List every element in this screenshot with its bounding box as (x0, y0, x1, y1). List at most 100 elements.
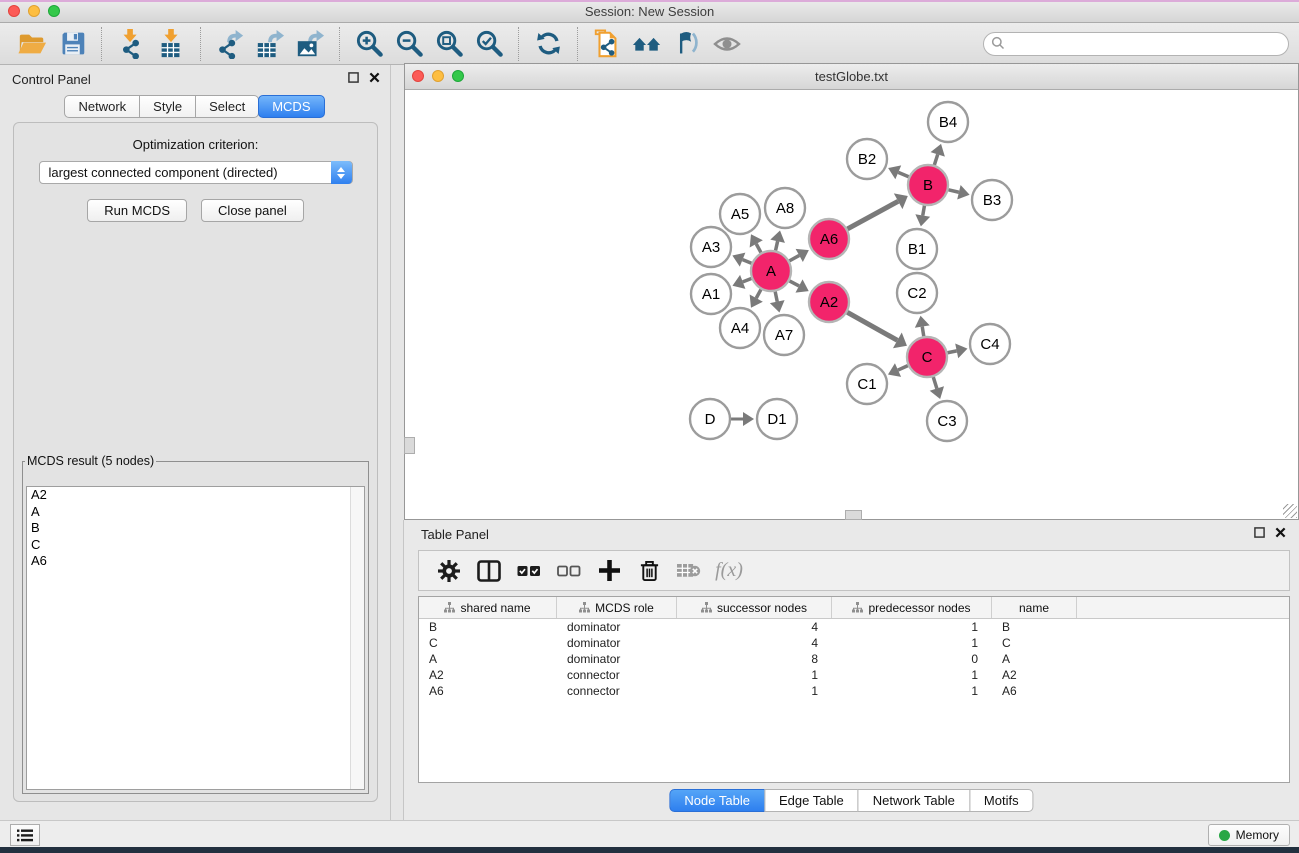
tab-network[interactable]: Network (64, 95, 140, 118)
graph-edge[interactable] (775, 292, 777, 302)
result-list-scrollbar[interactable] (350, 487, 364, 789)
refresh-layout-icon[interactable] (531, 27, 565, 61)
graph-node-label: A4 (731, 320, 749, 337)
mcds-result-list[interactable]: A2ABCA6 (26, 486, 365, 790)
tab-select[interactable]: Select (195, 95, 259, 118)
close-panel-button[interactable]: Close panel (201, 199, 304, 222)
graph-edge[interactable] (790, 281, 799, 286)
graph-node-label: D1 (767, 411, 786, 428)
float-panel-icon[interactable] (348, 72, 359, 83)
zoom-out-icon[interactable] (392, 27, 426, 61)
show-graphics-details-icon[interactable] (670, 27, 704, 61)
table-panel-title: Table Panel (421, 527, 489, 542)
network-canvas[interactable]: B4B2BB3A5A8A6A3B1AA1C2A2A4A7C4CC1C3DD1 (405, 90, 1298, 519)
graph-edge[interactable] (776, 241, 778, 250)
column-header-shared-name[interactable]: shared name (419, 597, 557, 618)
graph-edge[interactable] (743, 260, 752, 264)
tab-motifs[interactable]: Motifs (969, 789, 1034, 812)
table-settings-gear-icon[interactable] (429, 556, 469, 586)
search-input[interactable] (983, 32, 1289, 56)
zoom-selected-icon[interactable] (472, 27, 506, 61)
window-resize-grip[interactable] (1283, 504, 1297, 518)
first-neighbors-icon[interactable] (630, 27, 664, 61)
network-canvas-svg: B4B2BB3A5A8A6A3B1AA1C2A2A4A7C4CC1C3DD1 (405, 90, 1298, 519)
column-header-MCDS-role[interactable]: MCDS role (557, 597, 677, 618)
zoom-fit-icon[interactable] (432, 27, 466, 61)
left-panel-grip[interactable] (404, 437, 415, 454)
deselect-all-icon[interactable] (549, 556, 589, 586)
mcds-result-item[interactable]: A2 (27, 487, 364, 504)
show-panels-list-button[interactable] (10, 824, 40, 846)
table-toolbar: f(x) (418, 550, 1290, 591)
mcds-result-item[interactable]: B (27, 520, 364, 537)
graph-edge[interactable] (933, 377, 937, 389)
bottom-panel-grip[interactable] (845, 510, 862, 520)
table-row[interactable]: A6connector11A6 (419, 683, 1289, 699)
network-view-window: testGlobe.txt B4B2BB3A5A8A6A3B1AA1C2A2A4… (404, 63, 1299, 520)
export-table-icon[interactable] (253, 27, 287, 61)
table-row[interactable]: A2connector11A2 (419, 667, 1289, 683)
graph-edge[interactable] (847, 201, 898, 229)
column-header-name[interactable]: name (992, 597, 1077, 618)
graph-edge[interactable] (898, 366, 908, 370)
tab-network-table[interactable]: Network Table (858, 789, 970, 812)
graph-edge[interactable] (847, 312, 897, 340)
graph-edge[interactable] (789, 255, 799, 260)
table-cell: 1 (832, 668, 992, 682)
select-all-icon[interactable] (509, 556, 549, 586)
table-cell: 1 (832, 620, 992, 634)
graph-edge[interactable] (743, 279, 752, 282)
mcds-result-item[interactable]: C (27, 537, 364, 554)
export-network-icon[interactable] (213, 27, 247, 61)
main-toolbar (0, 23, 1299, 65)
table-header-row: shared nameMCDS rolesuccessor nodesprede… (419, 597, 1289, 619)
table-cell: 1 (677, 668, 832, 682)
graph-edge[interactable] (756, 289, 761, 298)
graph-edge[interactable] (922, 327, 924, 337)
hide-graphics-details-eye-icon[interactable] (710, 27, 744, 61)
attribute-type-icon (701, 602, 712, 613)
save-session-icon[interactable] (55, 27, 89, 61)
new-network-from-selection-icon[interactable] (590, 27, 624, 61)
float-table-panel-icon[interactable] (1254, 527, 1265, 538)
zoom-in-icon[interactable] (352, 27, 386, 61)
attribute-type-icon (579, 602, 590, 613)
graph-edge-arrowhead (770, 230, 785, 242)
table-row[interactable]: Adominator80A (419, 651, 1289, 667)
graph-edge[interactable] (948, 190, 958, 192)
graph-edge[interactable] (898, 172, 908, 176)
open-session-icon[interactable] (15, 27, 49, 61)
tab-edge-table[interactable]: Edge Table (764, 789, 859, 812)
graph-edge[interactable] (756, 244, 761, 253)
table-row[interactable]: Cdominator41C (419, 635, 1289, 651)
graph-node-label: A1 (702, 286, 720, 303)
run-mcds-button[interactable]: Run MCDS (87, 199, 187, 222)
toolbar-separator (577, 27, 578, 61)
close-panel-icon[interactable] (369, 72, 380, 83)
delete-column-trash-icon[interactable] (629, 556, 669, 586)
import-table-icon[interactable] (154, 27, 188, 61)
graph-edge[interactable] (948, 351, 957, 353)
criterion-dropdown[interactable]: largest connected component (directed) (39, 161, 353, 184)
graph-node-label: A8 (776, 200, 794, 217)
tab-node-table[interactable]: Node Table (669, 789, 765, 812)
column-visibility-icon[interactable] (469, 556, 509, 586)
tab-style[interactable]: Style (139, 95, 196, 118)
table-row[interactable]: Bdominator41B (419, 619, 1289, 635)
graph-edge[interactable] (934, 154, 937, 165)
column-header-predecessor-nodes[interactable]: predecessor nodes (832, 597, 992, 618)
graph-edge[interactable] (923, 206, 925, 216)
close-table-panel-icon[interactable] (1275, 527, 1286, 538)
tab-mcds[interactable]: MCDS (258, 95, 324, 118)
export-image-icon[interactable] (293, 27, 327, 61)
column-header-successor-nodes[interactable]: successor nodes (677, 597, 832, 618)
criterion-dropdown-value: largest connected component (directed) (40, 165, 278, 180)
table-cell: C (419, 636, 557, 650)
import-network-icon[interactable] (114, 27, 148, 61)
mcds-result-item[interactable]: A (27, 504, 364, 521)
memory-button[interactable]: Memory (1208, 824, 1290, 846)
table-cell: 0 (832, 652, 992, 666)
mcds-result-item[interactable]: A6 (27, 553, 364, 570)
add-column-icon[interactable] (589, 556, 629, 586)
graph-edge-arrowhead (957, 185, 969, 200)
